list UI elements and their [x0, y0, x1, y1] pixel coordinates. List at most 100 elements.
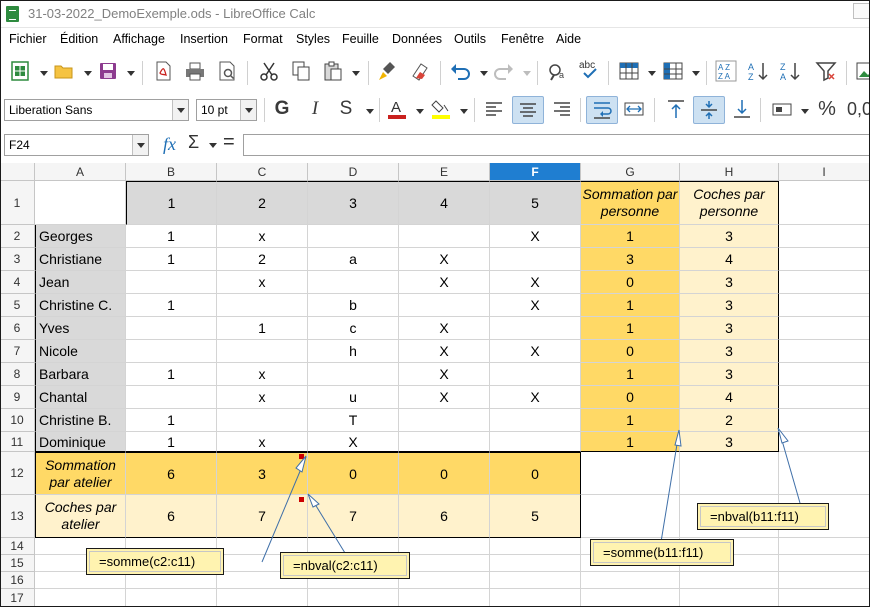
cell-i15[interactable]: [779, 555, 870, 572]
row-header[interactable]: 17: [0, 589, 35, 607]
sort-ascending-icon[interactable]: AZ: [747, 60, 769, 82]
cell-e12[interactable]: 0: [399, 452, 490, 495]
decimal-format-button[interactable]: 0,0: [847, 98, 870, 122]
row-header[interactable]: 10: [0, 409, 35, 432]
cell-d4[interactable]: [308, 271, 399, 294]
cell-h7[interactable]: 3: [680, 340, 779, 363]
cell-c1[interactable]: 2: [217, 181, 308, 225]
column-header-a[interactable]: A: [35, 163, 126, 181]
cell-f2[interactable]: X: [490, 225, 581, 248]
cell-c10[interactable]: [217, 409, 308, 432]
font-name-combo[interactable]: Liberation Sans: [4, 99, 189, 121]
row-header[interactable]: 4: [0, 271, 35, 294]
cell-e13[interactable]: 6: [399, 495, 490, 538]
row-header[interactable]: 11: [0, 432, 35, 452]
chevron-down-icon[interactable]: [172, 100, 188, 120]
column-header-i[interactable]: I: [779, 163, 870, 181]
cell-i17[interactable]: [779, 589, 870, 607]
autofilter-icon[interactable]: [815, 60, 837, 82]
cell-h17[interactable]: [680, 589, 779, 607]
row-header[interactable]: 7: [0, 340, 35, 363]
cell-c5[interactable]: [217, 294, 308, 317]
formula-input[interactable]: [243, 134, 870, 156]
cell-d5[interactable]: b: [308, 294, 399, 317]
row-dropdown-icon[interactable]: [648, 71, 656, 76]
undo-icon[interactable]: [449, 60, 471, 82]
cell-i16[interactable]: [779, 572, 870, 589]
cell-c9[interactable]: x: [217, 386, 308, 409]
shadow-button[interactable]: S: [334, 98, 358, 122]
cell-h9[interactable]: 4: [680, 386, 779, 409]
menu-edition[interactable]: Édition: [60, 32, 98, 46]
cell-a9[interactable]: Chantal: [35, 386, 126, 409]
chevron-down-icon[interactable]: [240, 100, 256, 120]
cell-f6[interactable]: [490, 317, 581, 340]
number-format-dropdown-icon[interactable]: [801, 109, 809, 114]
row-header[interactable]: 3: [0, 248, 35, 271]
cell-i5[interactable]: [779, 294, 870, 317]
window-control-button[interactable]: [853, 3, 870, 19]
cell-f17[interactable]: [490, 589, 581, 607]
cell-b8[interactable]: 1: [126, 363, 217, 386]
cell-e1[interactable]: 4: [399, 181, 490, 225]
paste-icon[interactable]: [322, 60, 344, 82]
cell-e6[interactable]: X: [399, 317, 490, 340]
spreadsheet-grid[interactable]: A B C D E F G H I 1 2 3 4 5 6 7 8 9 10 1…: [0, 163, 870, 607]
cell-g12[interactable]: [581, 452, 680, 495]
row-header[interactable]: 1: [0, 181, 35, 225]
cell-g8[interactable]: 1: [581, 363, 680, 386]
clone-formatting-icon[interactable]: [377, 60, 399, 82]
column-icon[interactable]: [662, 60, 684, 82]
row-header[interactable]: 8: [0, 363, 35, 386]
font-color-dropdown-icon[interactable]: [416, 109, 424, 114]
cell-a3[interactable]: Christiane: [35, 248, 126, 271]
menu-affichage[interactable]: Affichage: [113, 32, 165, 46]
sum-dropdown-icon[interactable]: [209, 143, 217, 148]
font-size-combo[interactable]: 10 pt: [196, 99, 257, 121]
cell-d9[interactable]: u: [308, 386, 399, 409]
cell-g4[interactable]: 0: [581, 271, 680, 294]
cell-b1[interactable]: 1: [126, 181, 217, 225]
cell-b13[interactable]: 6: [126, 495, 217, 538]
cell-c4[interactable]: x: [217, 271, 308, 294]
save-icon[interactable]: [97, 60, 119, 82]
cell-c13[interactable]: 7: [217, 495, 308, 538]
menu-outils[interactable]: Outils: [454, 32, 486, 46]
cell-e15[interactable]: [399, 555, 490, 572]
merge-cells-icon[interactable]: [623, 98, 645, 120]
cell-d13[interactable]: 7: [308, 495, 399, 538]
cell-a8[interactable]: Barbara: [35, 363, 126, 386]
print-preview-icon[interactable]: [216, 60, 238, 82]
cell-g1[interactable]: Sommation par personne: [581, 181, 680, 225]
row-header[interactable]: 14: [0, 538, 35, 555]
cell-h10[interactable]: 2: [680, 409, 779, 432]
new-dropdown-icon[interactable]: [40, 71, 48, 76]
cell-g16[interactable]: [581, 572, 680, 589]
cell-d8[interactable]: [308, 363, 399, 386]
cell-a6[interactable]: Yves: [35, 317, 126, 340]
cell-c12[interactable]: 3: [217, 452, 308, 495]
highlighting-dropdown-icon[interactable]: [460, 109, 468, 114]
cell-f14[interactable]: [490, 538, 581, 555]
cell-b3[interactable]: 1: [126, 248, 217, 271]
row-header[interactable]: 16: [0, 572, 35, 589]
cut-icon[interactable]: [258, 60, 280, 82]
cell-c17[interactable]: [217, 589, 308, 607]
cell-a5[interactable]: Christine C.: [35, 294, 126, 317]
cell-e14[interactable]: [399, 538, 490, 555]
column-header-e[interactable]: E: [399, 163, 490, 181]
cell-e16[interactable]: [399, 572, 490, 589]
open-dropdown-icon[interactable]: [84, 71, 92, 76]
formula-equals-icon[interactable]: =: [223, 131, 235, 154]
wrap-text-icon[interactable]: [591, 99, 613, 121]
cell-f4[interactable]: X: [490, 271, 581, 294]
bold-button[interactable]: G: [270, 98, 294, 122]
font-color-icon[interactable]: A: [386, 97, 408, 119]
cell-e17[interactable]: [399, 589, 490, 607]
align-left-icon[interactable]: [483, 98, 505, 120]
copy-icon[interactable]: [290, 60, 312, 82]
cell-f9[interactable]: X: [490, 386, 581, 409]
paste-dropdown-icon[interactable]: [352, 71, 360, 76]
cell-g17[interactable]: [581, 589, 680, 607]
cell-e7[interactable]: X: [399, 340, 490, 363]
